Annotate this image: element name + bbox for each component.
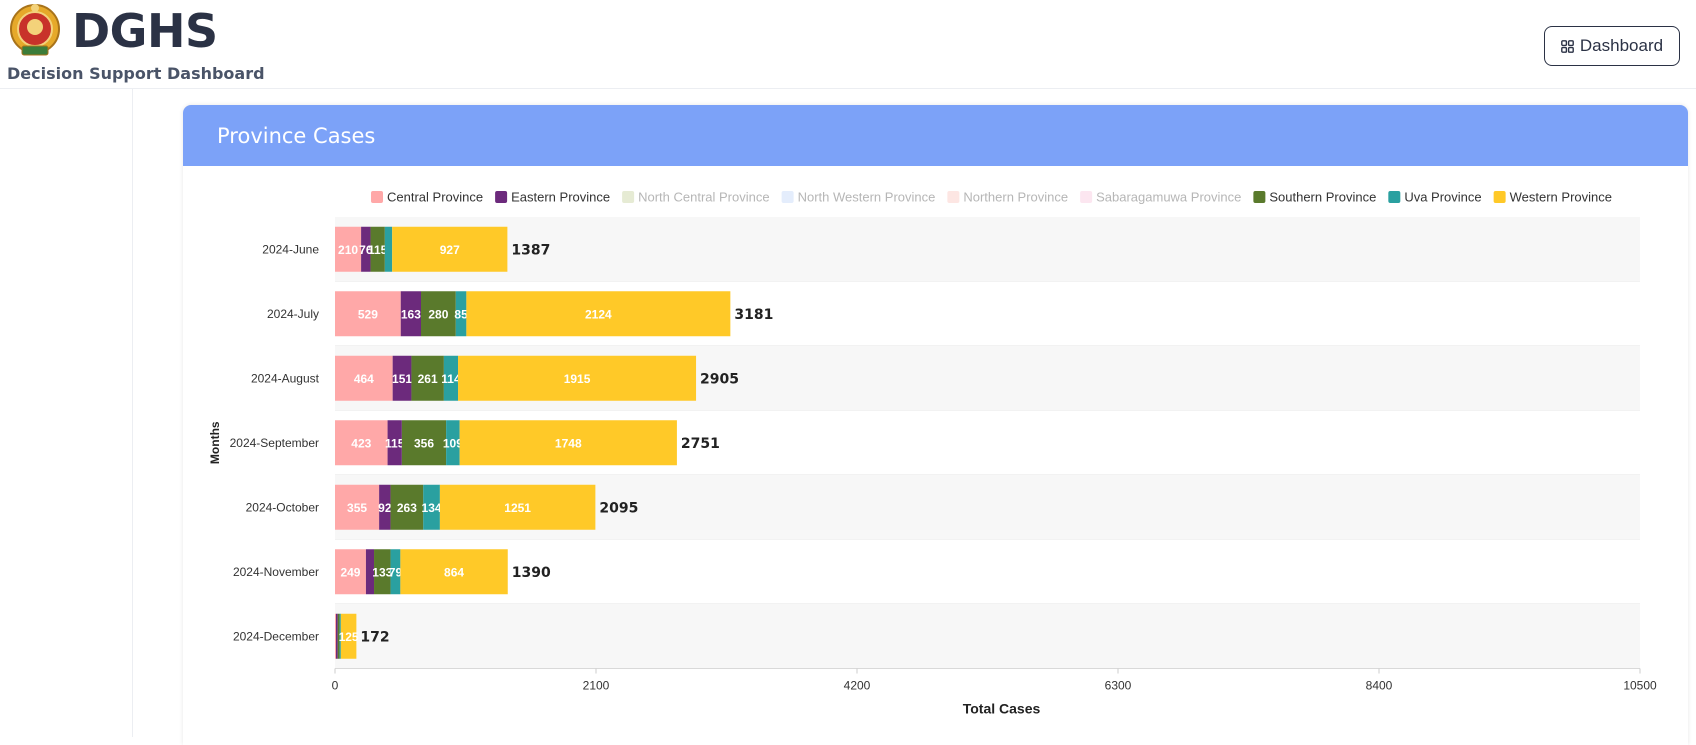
bar-total-label: 2905 [700, 371, 739, 387]
legend-item[interactable]: Northern Province [963, 190, 1068, 205]
legend-item[interactable]: Eastern Province [511, 190, 610, 205]
legend-swatch[interactable] [495, 191, 508, 203]
y-category-label: 2024-October [246, 500, 319, 514]
legend-item[interactable]: Southern Province [1269, 190, 1376, 205]
row-band [335, 604, 1640, 669]
legend-swatch[interactable] [947, 191, 960, 203]
x-tick-label: 0 [332, 679, 339, 693]
x-tick-label: 2100 [583, 679, 610, 693]
legend-item[interactable]: North Western Province [798, 190, 936, 205]
legend-swatch[interactable] [1493, 191, 1506, 203]
bar-data-label: 261 [418, 372, 438, 386]
y-category-label: 2024-June [262, 242, 319, 256]
x-axis-title: Total Cases [963, 701, 1041, 717]
bar-data-label: 92 [378, 501, 392, 515]
bar-total-label: 1390 [512, 565, 551, 581]
bar-data-label: 151 [392, 372, 412, 386]
bar-data-label: 423 [351, 436, 371, 450]
bar-segment[interactable] [335, 613, 336, 659]
card-title: Province Cases [217, 123, 376, 148]
x-tick-label: 4200 [844, 679, 871, 693]
bar-data-label: 864 [444, 565, 464, 579]
bar-data-label: 249 [340, 565, 360, 579]
card-header: Province Cases [183, 105, 1688, 166]
legend-item[interactable]: Western Province [1510, 190, 1612, 205]
top-header: DGHS Decision Support Dashboard Dashboar… [0, 0, 1696, 89]
bar-data-label: 529 [358, 307, 378, 321]
app-subtitle: Decision Support Dashboard [7, 64, 265, 83]
bar-data-label: 263 [397, 501, 417, 515]
bar-data-label: 210 [338, 243, 358, 257]
legend-swatch[interactable] [781, 191, 794, 203]
bar-data-label: 280 [428, 307, 448, 321]
bar-data-label: 356 [414, 436, 434, 450]
bar-data-label: 125 [339, 630, 359, 644]
bar-total-label: 1387 [511, 242, 550, 258]
province-cases-card: Province Cases Central Province Eastern P… [183, 105, 1688, 745]
bar-total-label: 2751 [681, 436, 720, 452]
bar-data-label: 464 [354, 372, 374, 386]
y-axis-title: Months [208, 421, 222, 464]
legend-swatch[interactable] [1080, 191, 1093, 203]
bar-data-label: 134 [422, 501, 442, 515]
bar-data-label: 355 [347, 501, 367, 515]
y-category-label: 2024-September [230, 436, 319, 450]
legend-swatch[interactable] [1388, 191, 1401, 203]
y-category-label: 2024-December [233, 629, 319, 643]
bar-data-label: 163 [401, 307, 421, 321]
legend-item[interactable]: Uva Province [1404, 190, 1481, 205]
x-tick-label: 6300 [1105, 679, 1132, 693]
dashboard-button-label: Dashboard [1579, 36, 1664, 55]
grid-icon [1561, 39, 1574, 53]
app-title: DGHS [72, 4, 218, 58]
x-tick-label: 10500 [1623, 679, 1657, 693]
sidebar [0, 89, 133, 737]
bar-segment[interactable] [384, 226, 393, 272]
bar-data-label: 1251 [504, 501, 531, 515]
legend-item[interactable]: North Central Province [638, 190, 770, 205]
bar-data-label: 1748 [555, 436, 582, 450]
y-category-label: 2024-August [251, 371, 320, 385]
legend-swatch[interactable] [371, 191, 384, 203]
province-cases-chart: Central Province Eastern Province North Ce… [208, 190, 1657, 717]
legend-item[interactable]: Sabaragamuwa Province [1096, 190, 1241, 205]
dashboard-button[interactable]: Dashboard [1544, 26, 1680, 66]
bar-data-label: 85 [454, 307, 468, 321]
legend-item[interactable]: Central Province [387, 190, 483, 205]
bar-segment[interactable] [335, 613, 338, 659]
bar-total-label: 3181 [734, 307, 773, 323]
x-tick-label: 8400 [1366, 679, 1393, 693]
bar-total-label: 172 [360, 629, 389, 645]
bar-data-label: 114 [441, 372, 461, 386]
emblem-logo [10, 4, 60, 56]
legend-swatch[interactable] [1253, 191, 1266, 203]
bar-data-label: 927 [440, 243, 460, 257]
bar-total-label: 2095 [599, 500, 638, 516]
y-category-label: 2024-July [267, 307, 319, 321]
y-category-label: 2024-November [233, 565, 319, 579]
bar-data-label: 1915 [564, 372, 591, 386]
bar-data-label: 2124 [585, 307, 612, 321]
legend-swatch[interactable] [622, 191, 635, 203]
bar-data-label: 115 [368, 243, 388, 257]
bar-data-label: 115 [385, 436, 405, 450]
